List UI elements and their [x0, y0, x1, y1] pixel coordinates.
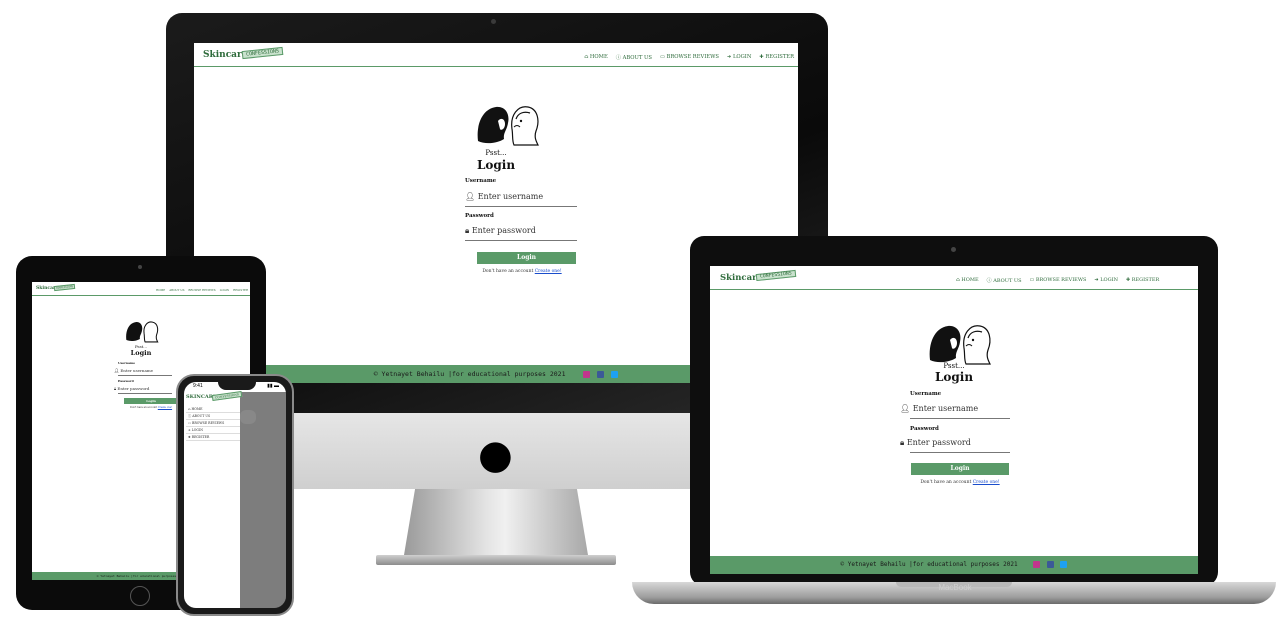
laptop-screen: Skincare CONFESSIONS ⌂ HOME ⓘ ABOUT US ▭…: [710, 266, 1198, 574]
twitter-icon[interactable]: [611, 370, 619, 378]
instagram-icon[interactable]: [583, 370, 591, 378]
username-field[interactable]: 👤︎ Enter username: [900, 404, 978, 413]
drawer-item-home[interactable]: ⌂ HOME: [186, 406, 240, 413]
imac-camera: [491, 19, 496, 24]
password-label: Password: [910, 426, 939, 432]
password-field[interactable]: 🔒︎ Enter password: [900, 438, 971, 448]
password-underline: [465, 240, 577, 241]
site-footer: © Yetnayet Behailu |for educational purp…: [710, 556, 1198, 574]
phone-notch: [218, 382, 256, 390]
user-icon: 👤︎: [465, 192, 478, 201]
login-heading: Login: [476, 158, 516, 172]
footer-text: © Yetnayet Behailu |for educational purp…: [373, 370, 566, 378]
username-label: Username: [910, 391, 942, 397]
login-button[interactable]: Login: [911, 463, 1009, 475]
footer-text: © Yetnayet Behailu |for educational purp…: [840, 561, 1018, 568]
username-label: Username: [118, 361, 136, 365]
signup-prompt: Don't have an account Create one!: [482, 269, 562, 274]
lock-icon: 🔒︎: [465, 226, 472, 235]
phone-device: 9:41 ▮▮ ▬ SKINCARE CONFESSIONS ⌂ HOME ⓘ …: [176, 374, 294, 616]
phone-screen: 9:41 ▮▮ ▬ SKINCARE CONFESSIONS ⌂ HOME ⓘ …: [184, 382, 286, 608]
phone-clock: 9:41: [193, 383, 203, 389]
laptop-brand-label: MacBook: [938, 583, 972, 592]
username-field[interactable]: 👤︎ Enter username: [114, 368, 153, 373]
laptop-camera: [951, 247, 956, 252]
whispering-women-illustration: [126, 321, 159, 343]
username-label: Username: [465, 178, 497, 184]
whispering-women-illustration: [929, 325, 991, 365]
drawer-item-register[interactable]: ✚ REGISTER: [186, 434, 240, 441]
create-account-link[interactable]: Create one!: [973, 480, 1000, 485]
dimmed-page[interactable]: [240, 392, 286, 608]
user-icon: 👤︎: [900, 404, 913, 413]
username-underline: [465, 206, 577, 207]
facebook-icon[interactable]: [597, 370, 605, 378]
imac-stand: [404, 489, 588, 555]
drawer-item-about[interactable]: ⓘ ABOUT US: [186, 413, 240, 420]
login-button[interactable]: Login: [477, 252, 576, 264]
login-button[interactable]: Login: [124, 398, 178, 404]
lock-icon: 🔒︎: [900, 438, 907, 447]
drawer-item-browse-reviews[interactable]: ▭ BROWSE REVIEWS: [186, 420, 240, 427]
create-account-link[interactable]: Create one!: [535, 269, 562, 274]
drawer-item-login[interactable]: ➜ LOGIN: [186, 427, 240, 434]
illustration-ghost: [240, 410, 256, 424]
caption-text: Psst...: [485, 149, 507, 157]
password-field[interactable]: 🔒︎ Enter password: [114, 386, 149, 391]
username-field[interactable]: 👤︎ Enter username: [465, 192, 543, 201]
password-underline: [910, 452, 1010, 453]
twitter-icon[interactable]: [1060, 561, 1068, 568]
create-account-link[interactable]: Create one!: [158, 406, 172, 409]
tablet-home-button[interactable]: [130, 586, 150, 606]
laptop-lid: Skincare CONFESSIONS ⌂ HOME ⓘ ABOUT US ▭…: [690, 236, 1218, 586]
login-page: Psst... Login Username 👤︎ Enter username…: [710, 266, 1198, 574]
instagram-icon[interactable]: [1033, 561, 1041, 568]
password-field[interactable]: 🔒︎ Enter password: [465, 226, 536, 236]
password-label: Password: [465, 213, 494, 219]
battery-icon: ▮▮ ▬: [267, 383, 279, 389]
login-heading: Login: [130, 349, 152, 357]
drawer-menu: ⌂ HOME ⓘ ABOUT US ▭ BROWSE REVIEWS ➜ LOG…: [186, 406, 240, 441]
tablet-camera: [138, 265, 142, 269]
facebook-icon[interactable]: [1046, 561, 1054, 568]
whispering-women-illustration: [477, 106, 539, 146]
footer-text: © Yetnayet Behailu |for educational purp…: [96, 574, 186, 578]
username-underline: [910, 418, 1010, 419]
password-label: Password: [118, 379, 134, 383]
username-underline: [118, 375, 172, 376]
apple-logo-icon: ●: [478, 432, 513, 478]
imac-stand-foot: [376, 555, 616, 565]
signup-prompt: Don't have an account Create one!: [920, 480, 1000, 485]
password-underline: [118, 393, 172, 394]
caption-text: Psst...: [943, 362, 965, 370]
login-heading: Login: [934, 370, 974, 384]
